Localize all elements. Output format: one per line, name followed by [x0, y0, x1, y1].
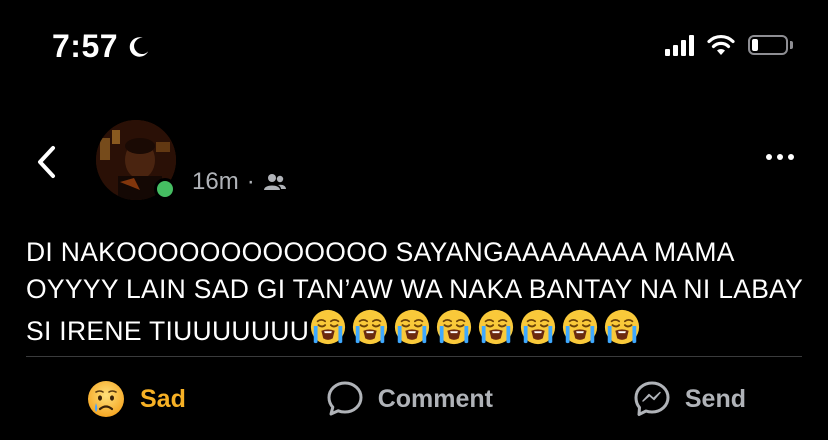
messenger-icon [634, 381, 670, 416]
moon-icon [129, 36, 149, 57]
sad-face-icon [88, 381, 124, 417]
chevron-left-icon [38, 146, 55, 178]
send-label: Send [684, 384, 746, 413]
divider [26, 356, 802, 357]
emoji-group [309, 308, 641, 346]
online-status-dot [154, 178, 176, 200]
loudly-crying-face-emoji [477, 308, 515, 346]
friends-icon[interactable] [263, 172, 287, 192]
post-text: DI NAKOOOOOOOOOOOOO SAYANGAAAAAAAA MAMA … [26, 234, 806, 350]
loudly-crying-face-emoji [561, 308, 599, 346]
loudly-crying-face-emoji [351, 308, 389, 346]
post-meta: 16m · [192, 168, 287, 196]
battery-icon [748, 34, 794, 56]
profile-avatar[interactable] [96, 120, 176, 200]
back-button[interactable] [30, 142, 64, 182]
send-button[interactable]: Send [603, 380, 802, 418]
comment-label: Comment [377, 384, 494, 413]
comment-button[interactable]: Comment [296, 380, 523, 418]
post-timestamp[interactable]: 16m [192, 168, 239, 196]
more-options-button[interactable] [762, 150, 798, 164]
loudly-crying-face-emoji [603, 308, 641, 346]
wifi-icon [707, 34, 735, 55]
sad-reaction-button[interactable]: Sad [26, 379, 216, 419]
comment-bubble-icon [327, 381, 363, 416]
status-time: 7:57 [52, 28, 152, 65]
loudly-crying-face-emoji [435, 308, 473, 346]
loudly-crying-face-emoji [519, 308, 557, 346]
meta-separator: · [246, 168, 255, 195]
cellular-signal-icon [665, 34, 694, 56]
status-time-text: 7:57 [52, 28, 119, 64]
loudly-crying-face-emoji [393, 308, 431, 346]
status-indicators [665, 34, 794, 56]
loudly-crying-face-emoji [309, 308, 347, 346]
more-dots-icon [766, 154, 772, 160]
action-bar: Sad Comment Send [26, 372, 802, 426]
sad-reaction-label: Sad [140, 384, 186, 413]
